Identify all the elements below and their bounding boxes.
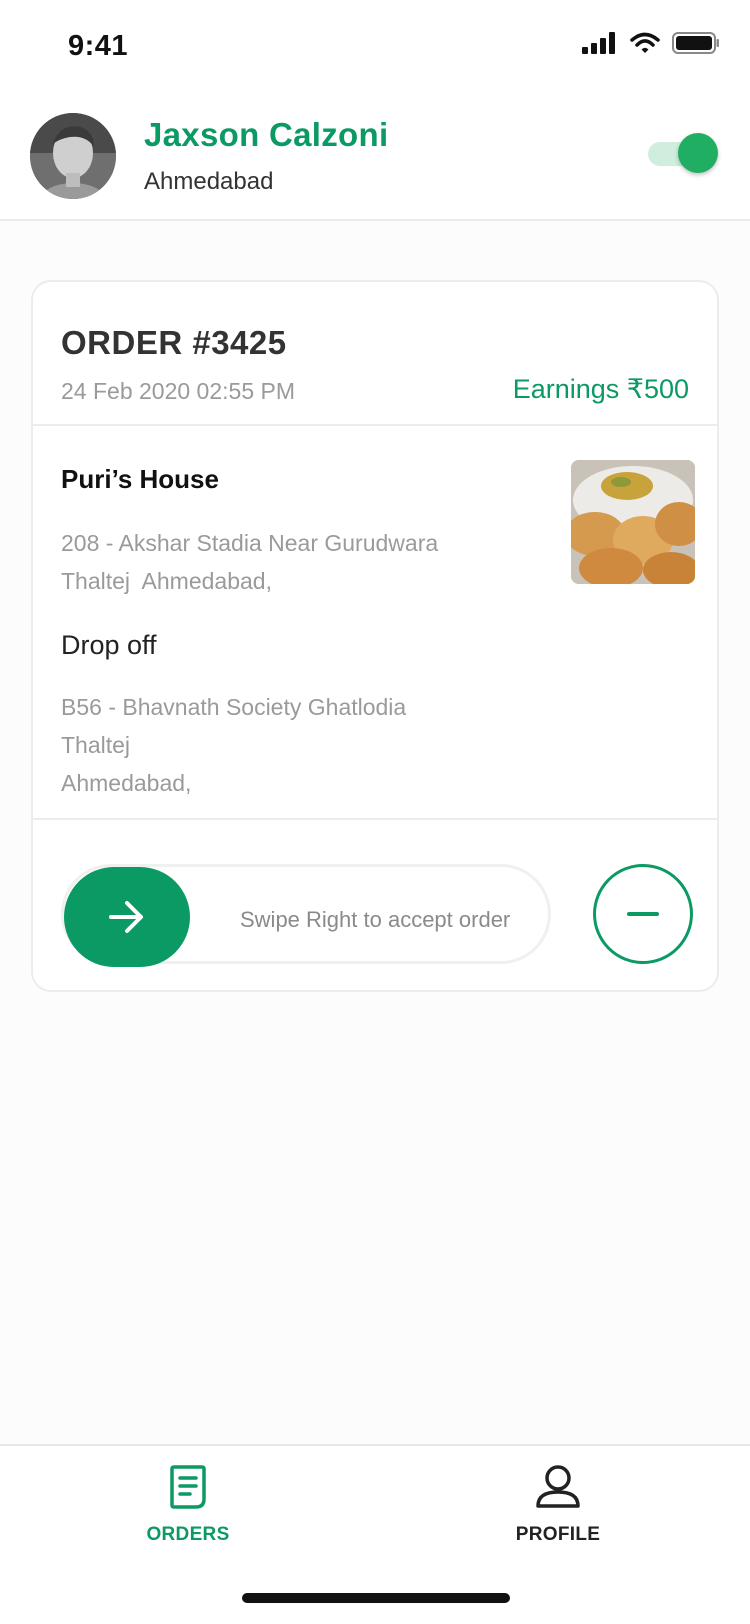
dropoff-label: Drop off <box>61 630 157 660</box>
orders-icon <box>170 1465 206 1509</box>
online-toggle[interactable] <box>648 133 718 173</box>
dropoff-address-line: Ahmedabad, <box>61 770 192 796</box>
tab-orders[interactable]: ORDERS <box>88 1464 288 1564</box>
status-time: 9:41 <box>68 30 129 62</box>
swipe-to-accept-slider[interactable]: Swipe Right to accept order <box>61 864 551 967</box>
food-thumbnail <box>571 460 695 584</box>
avatar-photo <box>30 113 116 199</box>
status-icons <box>582 32 720 54</box>
driver-city: Ahmedabad <box>144 168 274 195</box>
dropoff-address-line: Thaltej <box>61 732 131 758</box>
restaurant-name: Puri’s House <box>61 464 219 494</box>
cellular-signal-icon <box>582 32 615 54</box>
order-card: ORDER #3425 24 Feb 2020 02:55 PM Earning… <box>31 280 719 992</box>
battery-icon <box>672 32 719 54</box>
arrow-right-icon <box>109 901 143 933</box>
status-bar: 9:41 <box>0 0 750 96</box>
driver-name: Jaxson Calzoni <box>144 116 389 153</box>
swipe-label: Swipe Right to accept order <box>240 907 511 932</box>
tab-orders-label: ORDERS <box>146 1524 230 1545</box>
order-earnings: Earnings ₹500 <box>512 374 689 404</box>
avatar[interactable] <box>30 113 116 199</box>
dropoff-address-line: B56 - Bhavnath Society Ghatlodia <box>61 694 407 720</box>
tab-profile-label: PROFILE <box>515 1524 601 1545</box>
food-photo <box>571 460 695 584</box>
tab-profile[interactable]: PROFILE <box>458 1464 658 1564</box>
minus-icon <box>627 912 659 916</box>
toggle-knob <box>678 133 718 173</box>
driver-header: Jaxson Calzoni Ahmedabad <box>0 96 750 221</box>
decline-order-button[interactable] <box>593 864 693 964</box>
profile-icon <box>536 1465 580 1508</box>
restaurant-address: 208 - Akshar Stadia Near Gurudwara Thalt… <box>61 524 438 600</box>
restaurant-address-line: Thaltej Ahmedabad, <box>61 568 272 594</box>
home-indicator[interactable] <box>242 1593 510 1603</box>
order-date: 24 Feb 2020 02:55 PM <box>61 378 295 404</box>
dropoff-address: B56 - Bhavnath Society Ghatlodia Thaltej… <box>61 688 406 802</box>
card-divider <box>33 818 717 820</box>
swipe-handle[interactable] <box>64 867 190 967</box>
restaurant-address-line: 208 - Akshar Stadia Near Gurudwara <box>61 530 439 556</box>
order-number: ORDER #3425 <box>61 324 287 361</box>
wifi-icon <box>630 32 660 53</box>
card-divider <box>33 424 717 426</box>
screen: 9:41 Jaxson Calzoni Ahmedabad ORDER #342… <box>0 0 750 1624</box>
